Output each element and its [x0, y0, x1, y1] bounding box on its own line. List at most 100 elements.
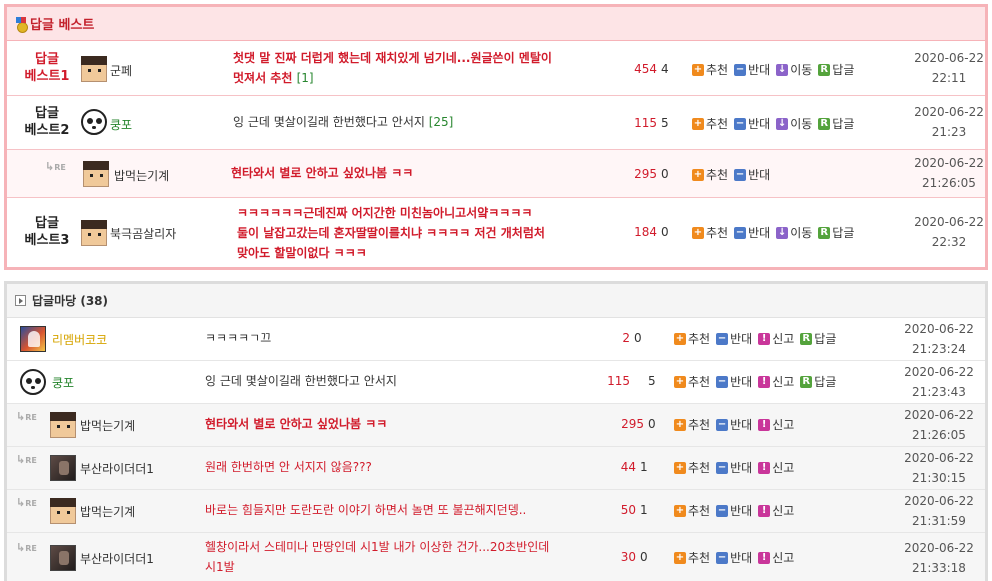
recommend-button[interactable]: + 추천 — [674, 373, 710, 390]
reply-row[interactable]: ↳RE 부산라이더더1 헬창이라서 스테미나 만땅인데 시1발 내가 이상한 건… — [7, 533, 985, 581]
recommend-button[interactable]: + 추천 — [674, 416, 710, 433]
oppose-button[interactable]: − 반대 — [716, 502, 752, 519]
avatar[interactable] — [81, 220, 107, 246]
report-button[interactable]: ! 신고 — [758, 416, 794, 433]
report-button[interactable]: ! 신고 — [758, 373, 794, 390]
reply-yard-panel: 답글마당 (38) 리멤버코코 ㅋㅋㅋㅋㄱ끄 2 0 + 추천 − 반대 ! 신고 R… — [4, 281, 988, 581]
post-date: 2020-06-22 21:26:05 — [914, 156, 984, 190]
report-button[interactable]: ! 신고 — [758, 502, 794, 519]
reply-row[interactable]: ↳RE 밥먹는기계 현타와서 별로 안하고 싶었나봄 ㅋㅋ 295 0 + 추천 … — [7, 404, 985, 447]
report-siren-icon: ! — [758, 504, 771, 517]
post-title[interactable]: 바로는 힘들지만 도란도란 이야기 하면서 놀면 또 불끈해지던뎅.. — [205, 500, 605, 520]
reply-button[interactable]: R 답글 — [800, 373, 836, 390]
comment-count[interactable]: [1] — [297, 71, 314, 85]
avatar[interactable] — [20, 326, 46, 352]
report-button[interactable]: ! 신고 — [758, 459, 794, 476]
post-date: 2020-06-22 21:33:18 — [904, 541, 974, 575]
nickname[interactable]: 쿵포 — [110, 116, 132, 133]
minus-icon: − — [716, 504, 729, 517]
reply-yard-title: 답글마당 (38) — [32, 294, 109, 308]
move-button[interactable]: ↓ 이동 — [776, 115, 812, 132]
reply-row[interactable]: 리멤버코코 ㅋㅋㅋㅋㄱ끄 2 0 + 추천 − 반대 ! 신고 R 답글 2020-06… — [7, 318, 985, 361]
oppose-button[interactable]: − 반대 — [716, 549, 752, 566]
post-title[interactable]: 첫댓 말 진짜 더럽게 했는데 재치있게 넘기네...원글쓴이 멘탈이 멋져서 … — [233, 48, 633, 88]
reply-row[interactable]: ↳RE 부산라이더더1 원래 한번하면 안 서지지 않음??? 44 1 + 추천… — [7, 447, 985, 490]
vote-count: 4 — [661, 62, 669, 76]
recommend-button[interactable]: + 추천 — [674, 549, 710, 566]
post-title[interactable]: 잉 근데 몇살이길래 한번했다고 안서지 [25] — [233, 112, 633, 132]
nickname[interactable]: 부산라이더더1 — [80, 550, 154, 567]
row-actions: + 추천 − 반대 ! 신고 — [674, 549, 794, 566]
oppose-button[interactable]: − 반대 — [734, 224, 770, 241]
report-siren-icon: ! — [758, 551, 771, 564]
reply-arrow-icon: ↳RE — [45, 160, 66, 173]
recommend-button[interactable]: + 추천 — [674, 459, 710, 476]
recommend-button[interactable]: + 추천 — [674, 330, 710, 347]
best-reply-row[interactable]: ↳RE 밥먹는기계 현타와서 별로 안하고 싶었나봄 ㅋㅋ 295 0 + 추천 … — [7, 150, 985, 198]
post-title[interactable]: ㅋㅋㅋㅋㄱ끄 — [205, 328, 605, 348]
nickname[interactable]: 밥먹는기계 — [80, 417, 135, 434]
vote-count: 5 — [648, 374, 656, 388]
comment-count[interactable]: [25] — [429, 115, 454, 129]
post-title[interactable]: ㅋㅋㅋㅋㅋㅋ근데진짜 어지간한 미친놈아니고서얔ㅋㅋㅋㅋ 둘이 날잡고갔는데 혼… — [237, 203, 637, 263]
post-title[interactable]: 현타와서 별로 안하고 싶었나봄 ㅋㅋ — [205, 414, 605, 434]
minus-icon: − — [716, 418, 729, 431]
reply-best-title: 답글 베스트 — [30, 18, 95, 33]
move-button[interactable]: ↓ 이동 — [776, 61, 812, 78]
oppose-button[interactable]: − 반대 — [734, 61, 770, 78]
minus-icon: − — [716, 375, 729, 388]
reply-yard-header[interactable]: 답글마당 (38) — [7, 284, 985, 318]
recommend-button[interactable]: + 추천 — [692, 224, 728, 241]
move-button[interactable]: ↓ 이동 — [776, 224, 812, 241]
reply-r-icon: R — [800, 332, 813, 345]
oppose-button[interactable]: − 반대 — [716, 459, 752, 476]
avatar[interactable] — [81, 56, 107, 82]
report-button[interactable]: ! 신고 — [758, 549, 794, 566]
recommend-button[interactable]: + 추천 — [692, 61, 728, 78]
avatar[interactable] — [20, 369, 46, 395]
nickname[interactable]: 군페 — [110, 62, 132, 79]
reply-row[interactable]: ↳RE 밥먹는기계 바로는 힘들지만 도란도란 이야기 하면서 놀면 또 불끈해… — [7, 490, 985, 533]
post-title[interactable]: 현타와서 별로 안하고 싶었나봄 ㅋㅋ — [231, 163, 631, 183]
avatar[interactable] — [50, 545, 76, 571]
nickname[interactable]: 북극곰살리자 — [110, 225, 176, 242]
minus-icon: − — [716, 551, 729, 564]
avatar[interactable] — [83, 161, 109, 187]
post-title[interactable]: 잉 근데 몇살이길래 한번했다고 안서지 — [205, 371, 605, 391]
post-title[interactable]: 헬창이라서 스테미나 만땅인데 시1발 내가 이상한 건가...20초반인데 시1… — [205, 537, 605, 577]
recommend-button[interactable]: + 추천 — [692, 166, 728, 183]
row-actions: + 추천 − 반대 ↓ 이동 R 답글 — [692, 61, 854, 78]
nickname[interactable]: 밥먹는기계 — [114, 167, 169, 184]
nickname[interactable]: 부산라이더더1 — [80, 460, 154, 477]
reply-button[interactable]: R 답글 — [800, 330, 836, 347]
report-button[interactable]: ! 신고 — [758, 330, 794, 347]
vote-count: 0 — [634, 331, 642, 345]
reply-button[interactable]: R 답글 — [818, 61, 854, 78]
avatar[interactable] — [50, 498, 76, 524]
best-row[interactable]: 답글 베스트2 쿵포 잉 근데 몇살이길래 한번했다고 안서지 [25] 115 … — [7, 96, 985, 150]
recommend-button[interactable]: + 추천 — [692, 115, 728, 132]
oppose-button[interactable]: − 반대 — [734, 166, 770, 183]
nickname[interactable]: 리멤버코코 — [52, 331, 107, 348]
nickname[interactable]: 쿵포 — [52, 374, 74, 391]
oppose-button[interactable]: − 반대 — [716, 373, 752, 390]
avatar[interactable] — [81, 109, 107, 135]
row-actions: + 추천 − 반대 — [692, 166, 770, 183]
view-count: 295 — [621, 417, 644, 431]
best-rank-label: 답글 베스트2 — [24, 106, 70, 138]
avatar[interactable] — [50, 412, 76, 438]
reply-button[interactable]: R 답글 — [818, 115, 854, 132]
oppose-button[interactable]: − 반대 — [716, 330, 752, 347]
recommend-button[interactable]: + 추천 — [674, 502, 710, 519]
oppose-button[interactable]: − 반대 — [734, 115, 770, 132]
post-title[interactable]: 원래 한번하면 안 서지지 않음??? — [205, 457, 605, 477]
avatar[interactable] — [50, 455, 76, 481]
oppose-button[interactable]: − 반대 — [716, 416, 752, 433]
best-row[interactable]: 답글 베스트1 군페 첫댓 말 진짜 더럽게 했는데 재치있게 넘기네...원글쓴… — [7, 42, 985, 96]
vote-count: 0 — [648, 417, 656, 431]
expand-toggle-icon[interactable] — [15, 295, 26, 306]
reply-row[interactable]: 쿵포 잉 근데 몇살이길래 한번했다고 안서지 115 5 + 추천 − 반대 ! 신… — [7, 361, 985, 404]
best-row[interactable]: 답글 베스트3 북극곰살리자 ㅋㅋㅋㅋㅋㅋ근데진짜 어지간한 미친놈아니고서얔ㅋㅋ… — [7, 198, 985, 267]
reply-button[interactable]: R 답글 — [818, 224, 854, 241]
nickname[interactable]: 밥먹는기계 — [80, 503, 135, 520]
